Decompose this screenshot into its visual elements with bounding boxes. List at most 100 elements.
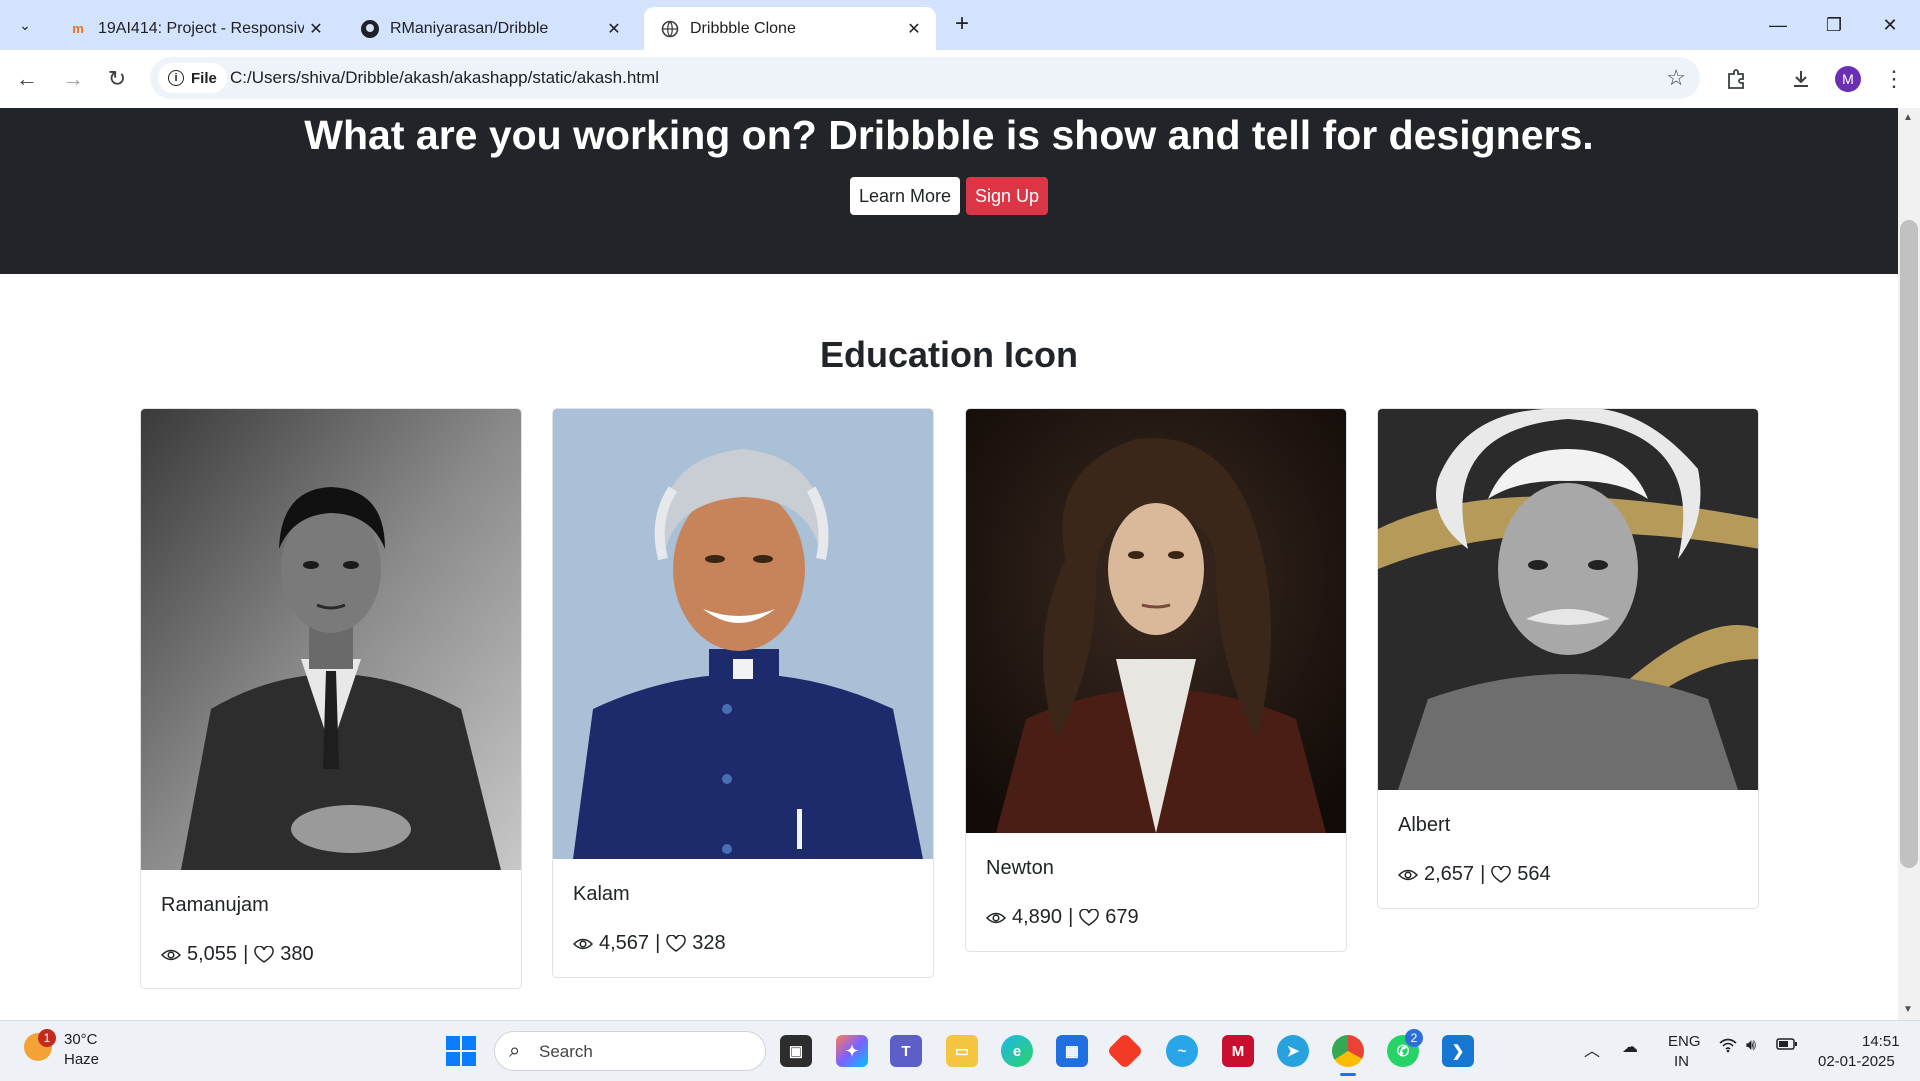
- taskbar-search[interactable]: ⌕ Search: [494, 1031, 766, 1071]
- forward-arrow-icon[interactable]: →: [58, 64, 88, 94]
- wifi-icon[interactable]: [1718, 1037, 1738, 1058]
- card-stats: 4,567 | 328: [573, 932, 913, 955]
- new-tab-button[interactable]: +: [948, 10, 976, 38]
- restore-icon[interactable]: ❐: [1814, 8, 1854, 42]
- info-icon: i: [168, 70, 184, 86]
- stat-separator: |: [1068, 906, 1074, 928]
- tray-chevron-up-icon[interactable]: ︿: [1584, 1037, 1600, 1061]
- weather-temp[interactable]: 30°C: [64, 1031, 98, 1048]
- card-name: Newton: [986, 857, 1054, 879]
- page-viewport: What are you working on? Dribbble is sho…: [0, 108, 1898, 1020]
- heart-icon[interactable]: [1079, 908, 1100, 927]
- card-ramanujam[interactable]: Ramanujam 5,055 | 380: [140, 408, 522, 989]
- tab-title: Dribbble Clone: [690, 19, 796, 37]
- moodle-icon: m: [72, 21, 84, 36]
- card-name: Ramanujam: [161, 894, 269, 916]
- eye-icon: [161, 949, 181, 960]
- tab-search-chevron-icon[interactable]: ⌄: [10, 11, 40, 39]
- heart-icon[interactable]: [254, 945, 275, 964]
- extensions-icon[interactable]: [1721, 64, 1751, 94]
- anydesk-icon[interactable]: [1106, 1032, 1144, 1070]
- scroll-up-icon[interactable]: ▲: [1903, 112, 1913, 123]
- language-code[interactable]: ENG: [1668, 1033, 1701, 1050]
- views-count: 4,567: [599, 932, 650, 954]
- card-stats: 5,055 | 380: [161, 943, 501, 966]
- tab-project[interactable]: m 19AI414: Project - Responsive V ✕: [52, 7, 338, 50]
- url-text[interactable]: C:/Users/shiva/Dribble/akash/akashapp/st…: [230, 68, 659, 88]
- language-region[interactable]: IN: [1674, 1053, 1689, 1070]
- card-kalam[interactable]: Kalam 4,567 | 328: [552, 408, 934, 978]
- site-info-chip[interactable]: i File: [158, 63, 227, 93]
- portrait-image: [966, 409, 1346, 833]
- scroll-down-icon[interactable]: ▼: [1903, 1004, 1913, 1015]
- browser-toolbar: ← → ↻ i File C:/Users/shiva/Dribble/akas…: [0, 50, 1920, 108]
- file-explorer-icon[interactable]: ▭: [946, 1035, 978, 1067]
- tab-strip: ⌄ m 19AI414: Project - Responsive V ✕ RM…: [0, 0, 1920, 50]
- bookmark-star-icon[interactable]: ☆: [1666, 65, 1686, 91]
- sign-up-button[interactable]: Sign Up: [966, 177, 1048, 215]
- onedrive-cloud-icon[interactable]: ☁: [1622, 1037, 1638, 1057]
- github-icon: [360, 19, 380, 39]
- telegram-icon[interactable]: ➤: [1277, 1035, 1309, 1067]
- reload-icon[interactable]: ↻: [102, 64, 132, 94]
- tab-github[interactable]: RManiyarasan/Dribble ✕: [344, 7, 636, 50]
- stat-separator: |: [655, 932, 661, 954]
- card-albert[interactable]: Albert 2,657 | 564: [1377, 408, 1759, 909]
- section-title: Education Icon: [819, 334, 1078, 375]
- stat-separator: |: [243, 943, 249, 965]
- card-name: Albert: [1398, 814, 1451, 836]
- heart-icon[interactable]: [666, 934, 687, 953]
- likes-count: 380: [280, 943, 314, 965]
- close-tab-icon[interactable]: ✕: [602, 17, 626, 41]
- file-label: File: [191, 69, 217, 87]
- back-arrow-icon[interactable]: ←: [12, 64, 42, 94]
- heart-icon[interactable]: [1491, 865, 1512, 884]
- portrait-image: [553, 409, 933, 859]
- windows-start-icon[interactable]: [446, 1036, 476, 1066]
- chrome-active-indicator: [1340, 1073, 1356, 1076]
- card-stats: 2,657 | 564: [1398, 863, 1738, 886]
- likes-count: 679: [1105, 906, 1139, 928]
- views-count: 5,055: [187, 943, 238, 965]
- edge-icon[interactable]: e: [1001, 1035, 1033, 1067]
- minimize-icon[interactable]: —: [1758, 8, 1798, 42]
- views-count: 2,657: [1424, 863, 1475, 885]
- address-bar[interactable]: i File C:/Users/shiva/Dribble/akash/akas…: [150, 57, 1700, 99]
- scrollbar-thumb[interactable]: [1900, 220, 1918, 868]
- close-tab-icon[interactable]: ✕: [902, 17, 926, 41]
- clock-time[interactable]: 14:51: [1862, 1033, 1900, 1050]
- card-stats: 4,890 | 679: [986, 906, 1326, 929]
- taskbar: 1 30°C Haze ⌕ Search ▣ ✦ T ▭ e ▦ ~ M ➤ ✆…: [0, 1020, 1920, 1081]
- tab-title: 19AI414: Project - Responsive V: [98, 19, 304, 37]
- likes-count: 328: [692, 932, 726, 954]
- globe-icon: [660, 19, 680, 39]
- store-icon[interactable]: ▦: [1056, 1035, 1088, 1067]
- learn-more-button[interactable]: Learn More: [850, 177, 960, 215]
- python-icon[interactable]: ~: [1166, 1035, 1198, 1067]
- teams-icon[interactable]: T: [890, 1035, 922, 1067]
- download-icon[interactable]: [1786, 64, 1816, 94]
- weather-condition[interactable]: Haze: [64, 1051, 99, 1068]
- clock-date[interactable]: 02-01-2025: [1818, 1053, 1895, 1070]
- card-newton[interactable]: Newton 4,890 | 679: [965, 408, 1347, 952]
- profile-avatar[interactable]: M: [1835, 66, 1861, 92]
- views-count: 4,890: [1012, 906, 1063, 928]
- weather-badge: 1: [38, 1029, 56, 1047]
- copilot-icon[interactable]: ✦: [836, 1035, 868, 1067]
- portrait-image: [1378, 409, 1758, 790]
- stat-separator: |: [1480, 863, 1486, 885]
- eye-icon: [1398, 869, 1418, 880]
- mcafee-icon[interactable]: M: [1222, 1035, 1254, 1067]
- close-window-icon[interactable]: ✕: [1870, 8, 1910, 42]
- chrome-icon[interactable]: [1332, 1035, 1364, 1067]
- close-tab-icon[interactable]: ✕: [304, 17, 328, 41]
- volume-icon[interactable]: 🔊︎: [1746, 1037, 1756, 1055]
- eye-icon: [986, 912, 1006, 923]
- more-menu-icon[interactable]: ⋮: [1879, 64, 1909, 94]
- vscode-icon[interactable]: ❯: [1442, 1035, 1474, 1067]
- tab-dribbble-clone[interactable]: Dribbble Clone ✕: [644, 7, 936, 50]
- portrait-image: [141, 409, 521, 870]
- battery-icon[interactable]: [1776, 1037, 1798, 1056]
- task-view-icon[interactable]: ▣: [780, 1035, 812, 1067]
- likes-count: 564: [1517, 863, 1551, 885]
